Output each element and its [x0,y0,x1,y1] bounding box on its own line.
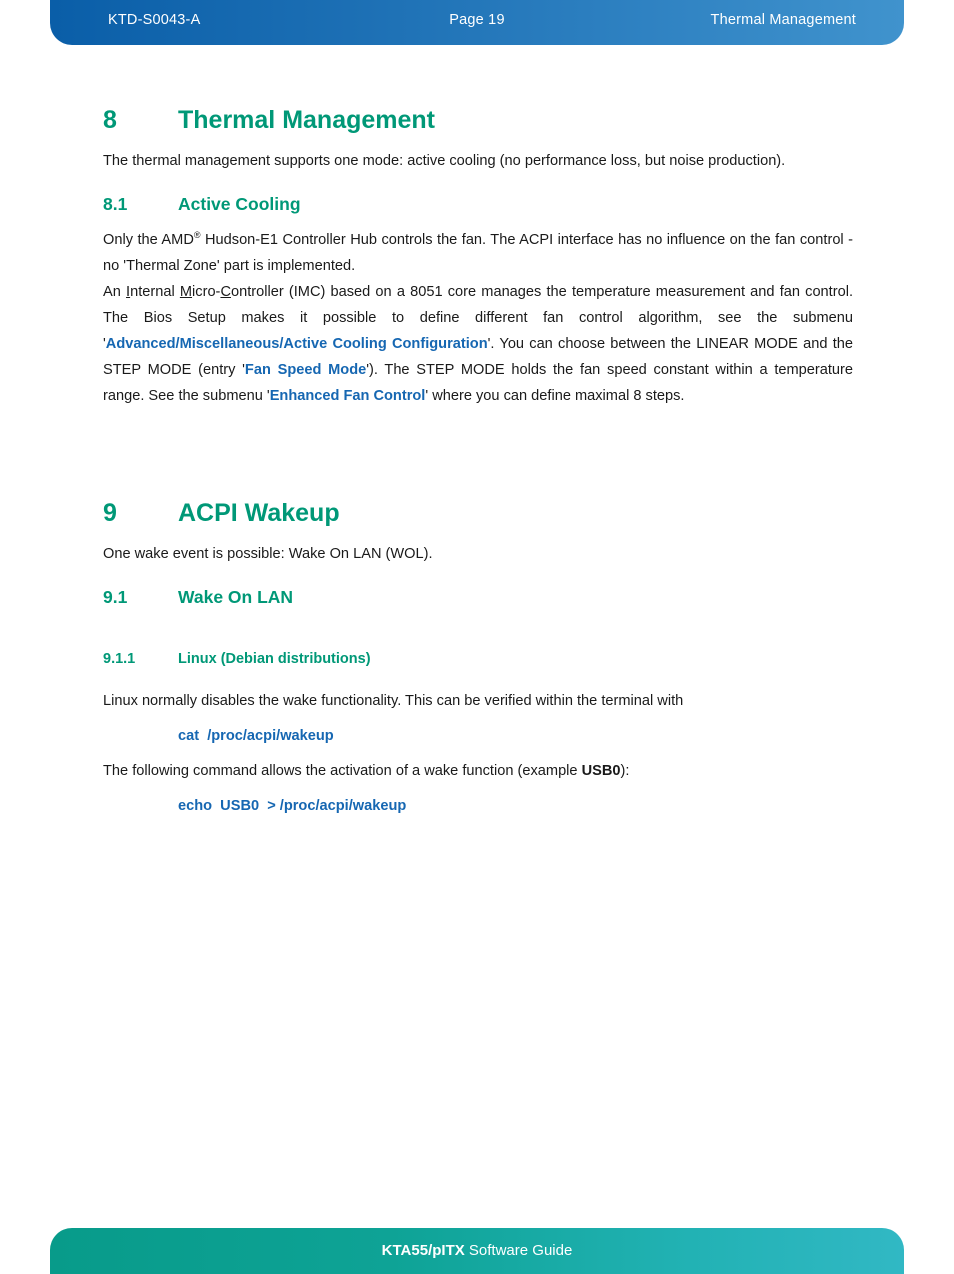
registered-mark-icon: ® [193,230,201,241]
text-run-underlined: M [179,283,193,300]
heading-text: Thermal Management [178,106,436,134]
heading-active-cooling: 8.1 Active Cooling [103,194,853,215]
text-run: nternal [130,283,180,300]
text-run-underlined: C [220,283,231,300]
heading-number: 8 [103,106,117,134]
command-echo-usb0-wakeup: echo USB0 > /proc/acpi/wakeup [178,798,407,815]
text-run: Only the AMD [103,231,194,248]
paragraph-amd-hudson: Only the AMD® Hudson-E1 Controller Hub c… [103,228,853,280]
heading-thermal-management: 8 Thermal Management [103,105,853,135]
heading-text: Wake On LAN [178,586,294,607]
page-header: KTD-S0043-A Page 19 Thermal Management [50,0,904,45]
text-run: icro- [192,283,221,300]
footer-product-name: KTA55/pITX [381,1242,465,1259]
paragraph-thermal-intro: The thermal management supports one mode… [103,153,786,169]
heading-number: 9.1.1 [103,650,136,667]
text-run: ): [620,763,630,780]
heading-number: 8.1 [103,193,128,214]
link-enhanced-fan-control[interactable]: Enhanced Fan Control [270,388,426,404]
header-chapter-title: Thermal Management [710,12,856,28]
heading-text: ACPI Wakeup [178,498,340,527]
paragraph-acpi-intro: One wake event is possible: Wake On LAN … [103,545,433,562]
heading-text: Active Cooling [178,193,301,214]
footer-title: KTA55/pITX Software Guide [50,1242,904,1259]
text-run: ' where you can define maximal 8 steps. [425,387,685,404]
paragraph-activation-command: The following command allows the activat… [103,759,853,785]
text-run: An [103,283,127,300]
text-run: Hudson-E1 Controller Hub controls the fa… [103,231,854,274]
document-body: 8 Thermal Management The thermal managem… [103,105,853,820]
heading-linux-debian: 9.1.1 Linux (Debian distributions) [103,651,853,668]
footer-doc-type: Software Guide [464,1242,573,1259]
heading-number: 9.1 [103,586,128,607]
paragraph-linux-wake-disabled: Linux normally disables the wake functio… [103,693,684,710]
heading-acpi-wakeup: 9 ACPI Wakeup [103,498,853,528]
page-footer: KTA55/pITX Software Guide [50,1228,904,1274]
heading-text: Linux (Debian distributions) [178,650,371,667]
link-fan-speed-mode[interactable]: Fan Speed Mode [245,362,366,378]
command-cat-wakeup: cat /proc/acpi/wakeup [178,728,334,745]
text-run: The following command allows the activat… [103,763,582,780]
heading-number: 9 [103,498,117,527]
text-run-bold-usb0: USB0 [581,763,621,780]
link-advanced-cooling-config[interactable]: Advanced/Miscellaneous/Active Cooling Co… [106,336,488,352]
paragraph-imc-description: An Internal Micro-Controller (IMC) based… [103,280,853,410]
heading-wake-on-lan: 9.1 Wake On LAN [103,587,853,608]
